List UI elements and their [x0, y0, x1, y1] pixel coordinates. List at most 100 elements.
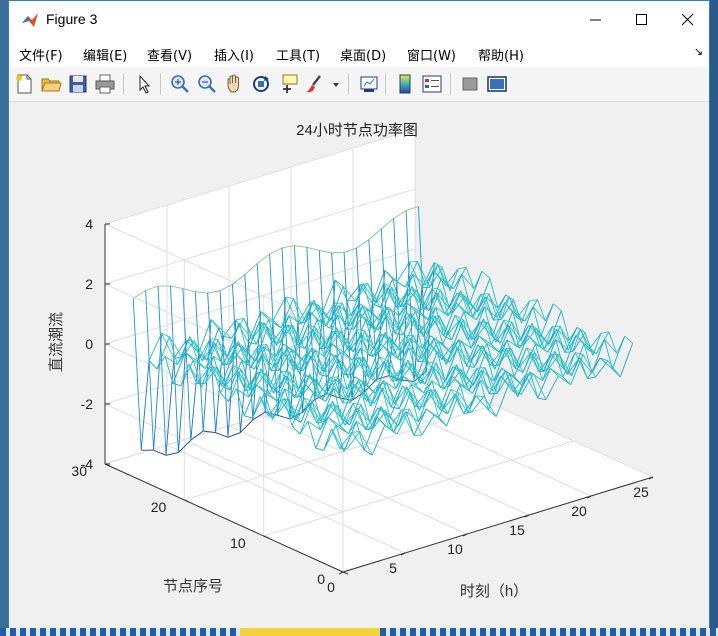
pan-icon[interactable] — [223, 73, 245, 95]
link-plot-icon[interactable] — [358, 73, 380, 95]
mesh-line — [476, 367, 485, 369]
menu-edit[interactable]: 编辑(E) — [83, 45, 127, 64]
mesh-line — [478, 335, 488, 344]
minimize-icon — [590, 19, 601, 21]
close-button[interactable] — [665, 1, 711, 39]
mesh-line — [465, 344, 479, 378]
mesh-line — [475, 395, 484, 397]
mesh-line — [619, 343, 634, 378]
mesh-line — [558, 375, 571, 386]
mesh-line — [508, 383, 522, 395]
menu-file[interactable]: 文件(F) — [19, 45, 63, 64]
x-tick-label: 0 — [327, 579, 335, 595]
mesh-line — [455, 302, 465, 312]
mesh-line — [541, 350, 556, 381]
mesh-line — [490, 364, 499, 366]
surface-plot[interactable]: 05101520250102030-4-2024 24小时节点功率图 时刻（h）… — [9, 102, 711, 628]
z-axis-label: 直流潮流 — [48, 312, 65, 372]
mesh-line — [588, 333, 602, 351]
menu-view[interactable]: 查看(V) — [147, 45, 192, 64]
mesh-line — [540, 303, 554, 337]
x-tick-label: 10 — [447, 541, 463, 557]
mesh-line — [527, 335, 536, 345]
minimize-button[interactable] — [573, 1, 619, 39]
maximize-icon — [636, 14, 647, 25]
mesh-line — [564, 351, 573, 353]
menu-window[interactable]: 窗口(W) — [407, 45, 456, 64]
x-tick-label: 20 — [571, 503, 587, 519]
mesh-line — [516, 300, 530, 319]
z-tick-label: -2 — [81, 396, 94, 412]
mesh-line — [481, 270, 491, 279]
menu-overflow-arrow[interactable]: ↘ — [694, 45, 703, 58]
open-file-icon[interactable] — [40, 73, 62, 95]
x-tick-label: 25 — [633, 484, 649, 500]
mesh-line — [469, 271, 483, 304]
mesh-line — [608, 331, 618, 354]
toolbar-separator — [123, 73, 124, 95]
save-icon[interactable] — [67, 73, 89, 95]
mesh-line — [436, 351, 450, 363]
toolbar-separator — [450, 73, 451, 95]
brush-icon[interactable] — [304, 73, 326, 95]
menu-tools[interactable]: 工具(T) — [276, 45, 320, 64]
mesh-line — [334, 302, 343, 305]
mesh-line — [428, 361, 437, 364]
new-figure-icon[interactable] — [13, 73, 35, 95]
z-tick-label: 4 — [85, 216, 93, 232]
chart-title: 24小时节点功率图 — [296, 122, 418, 139]
mesh-line — [545, 375, 559, 400]
insert-colorbar-icon[interactable] — [394, 73, 416, 95]
y-tick-mark — [342, 571, 349, 575]
y-tick-label: 0 — [317, 571, 325, 587]
brush-dropdown-icon[interactable] — [331, 73, 341, 95]
pointer-icon[interactable] — [133, 73, 155, 95]
insert-legend-icon[interactable] — [421, 73, 443, 95]
hide-plot-tools-icon[interactable] — [459, 73, 481, 95]
z-tick-label: 2 — [85, 276, 93, 292]
mesh-line — [553, 303, 562, 312]
toolbar-separator — [160, 73, 161, 95]
menu-help[interactable]: 帮助(H) — [478, 45, 524, 64]
maximize-button[interactable] — [619, 1, 665, 39]
mesh-line — [537, 299, 546, 322]
menu-desktop[interactable]: 桌面(D) — [340, 45, 386, 64]
mesh-line — [465, 267, 475, 289]
y-axis-label: 节点序号 — [163, 578, 223, 595]
x-tick-label: 15 — [509, 522, 525, 538]
print-icon[interactable] — [94, 73, 116, 95]
x-tick-mark — [338, 571, 344, 575]
x-tick-label: 5 — [389, 560, 397, 576]
z-tick-label: -4 — [81, 456, 94, 472]
matlab-logo-icon — [21, 11, 39, 29]
data-cursor-icon[interactable] — [277, 73, 299, 95]
mesh-line — [405, 334, 414, 337]
mesh-line — [550, 368, 559, 377]
x-axis-label: 时刻（h） — [460, 583, 528, 600]
zoom-in-icon[interactable] — [169, 73, 191, 95]
figure-window: Figure 3 文件(F) 编辑(E) 查看(V) 插入(I) 工具(T) 桌… — [8, 0, 710, 628]
mesh-line — [624, 335, 633, 344]
show-plot-tools-icon[interactable] — [486, 73, 508, 95]
mesh-line — [421, 286, 430, 289]
window-title: Figure 3 — [46, 11, 98, 27]
mesh-line — [493, 318, 502, 321]
mesh-line — [537, 397, 546, 401]
menu-insert[interactable]: 插入(I) — [214, 45, 254, 64]
mesh-line — [466, 365, 475, 368]
y-tick-label: 20 — [151, 499, 167, 515]
toolbar-separator — [385, 73, 386, 95]
rotate-3d-icon[interactable] — [250, 73, 272, 95]
zoom-out-icon[interactable] — [196, 73, 218, 95]
desktop-background — [0, 0, 8, 636]
z-tick-label: 0 — [85, 336, 93, 352]
toolbar-separator — [348, 73, 349, 95]
mesh-line — [451, 319, 461, 341]
title-bar[interactable]: Figure 3 — [9, 1, 709, 39]
figure-canvas[interactable]: 0 5 10 15 20 25 0 10 20 30 -4 -2 0 2 4 24小时节点功率图 时刻（h）… — [9, 102, 709, 628]
close-icon — [682, 14, 694, 26]
figure-toolbar — [9, 67, 709, 102]
menu-bar: 文件(F) 编辑(E) 查看(V) 插入(I) 工具(T) 桌面(D) 窗口(W… — [9, 39, 709, 67]
mesh-line — [611, 335, 626, 369]
mesh-line — [470, 318, 484, 349]
